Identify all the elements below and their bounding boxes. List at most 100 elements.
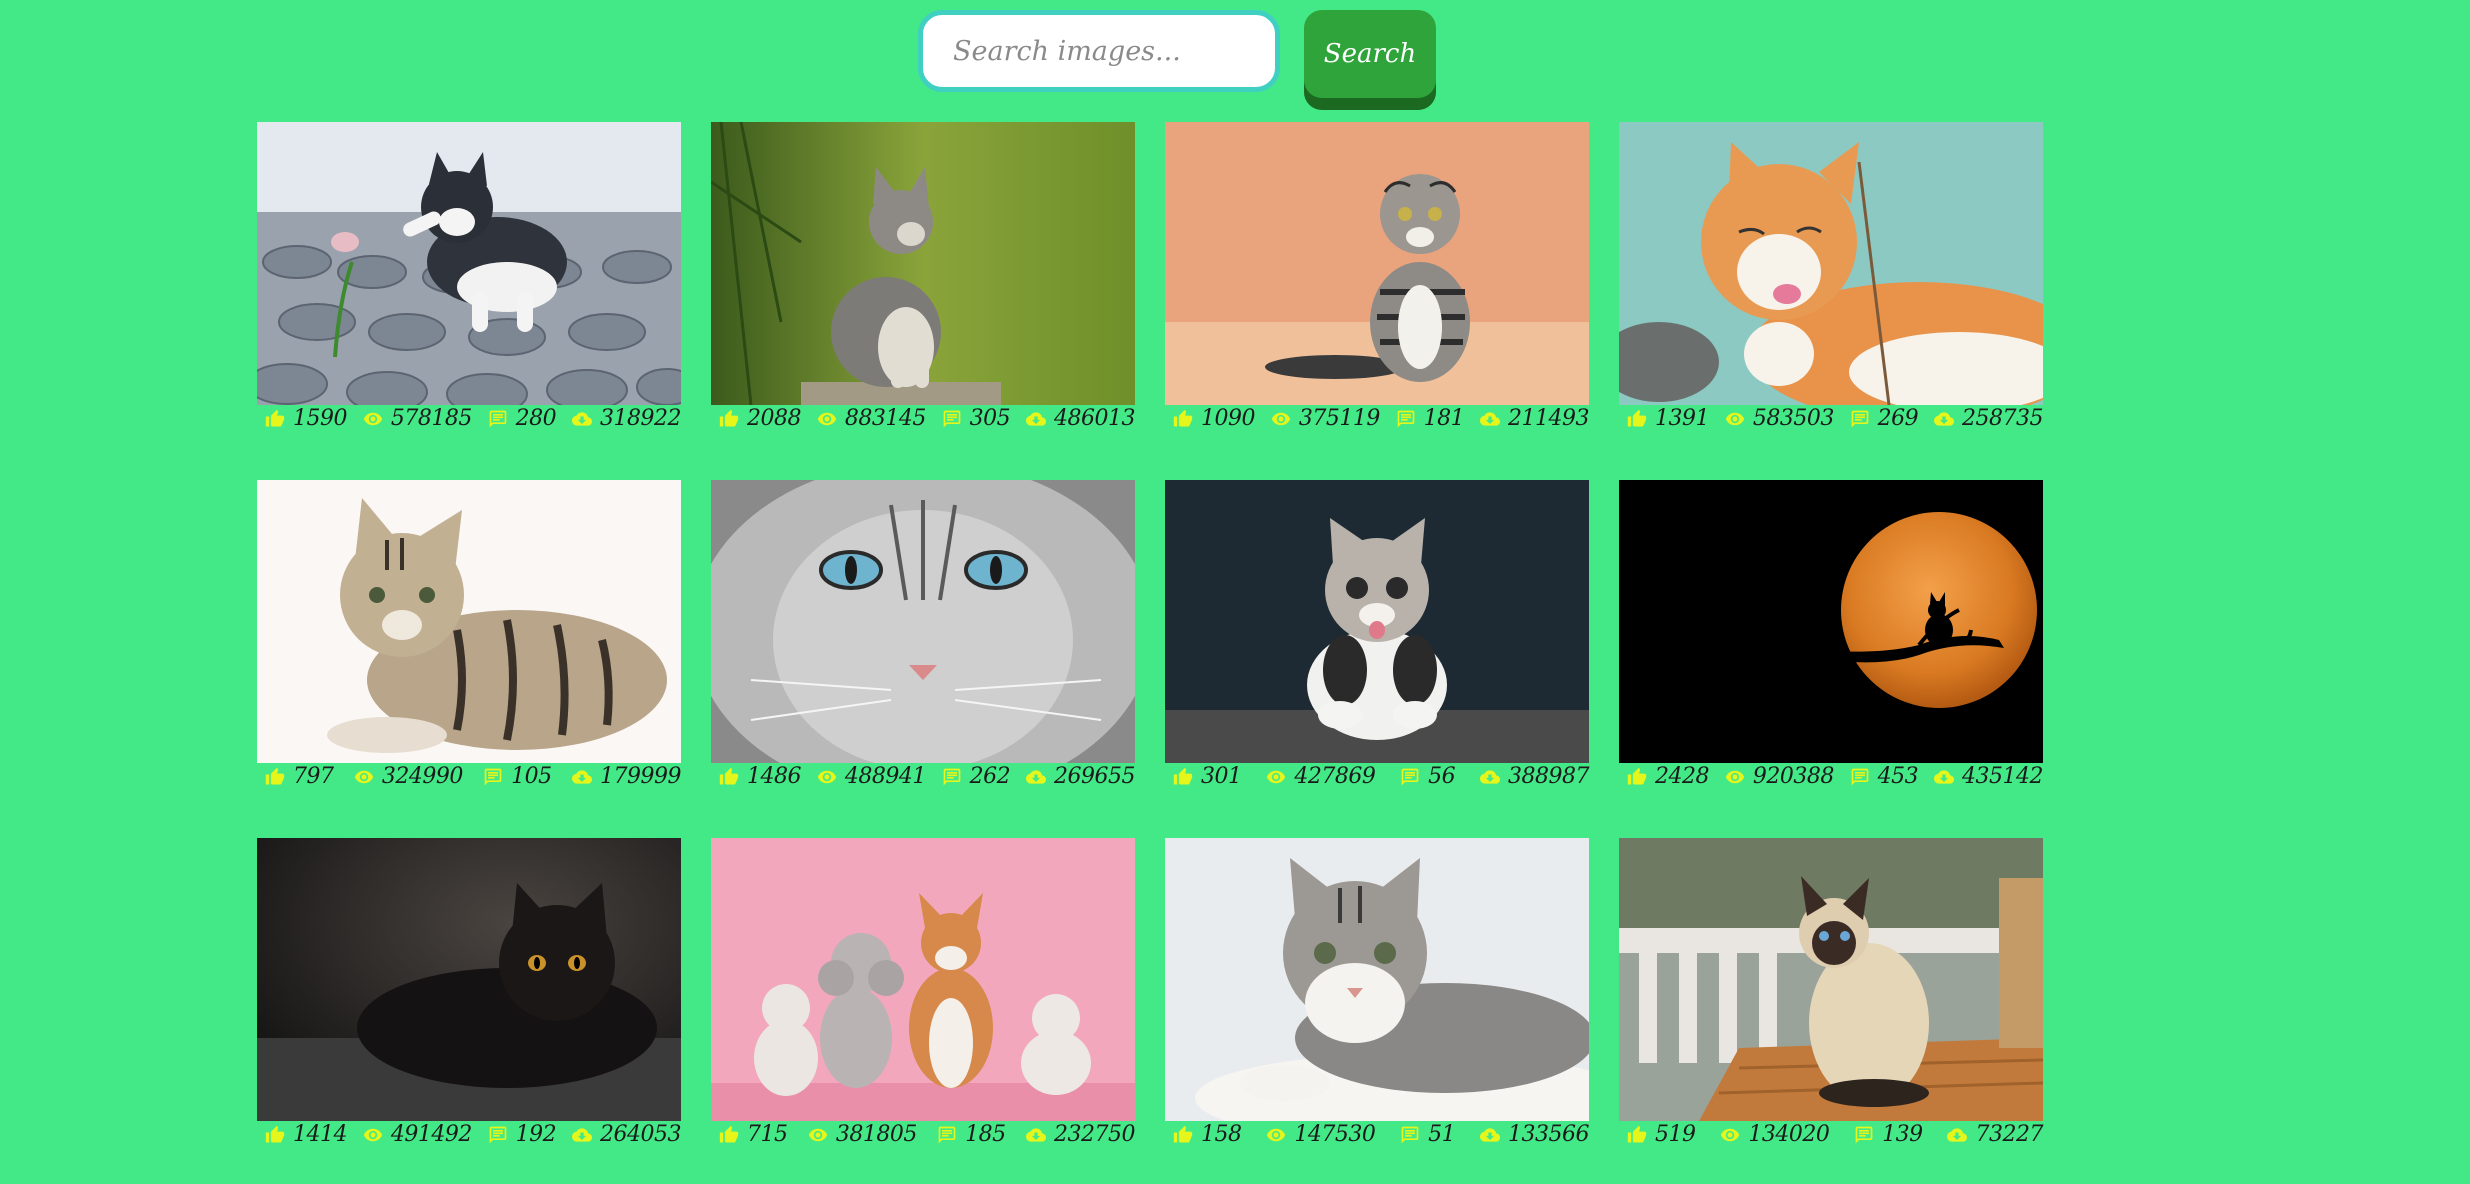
image-stats: 1590 578185 280 318922	[257, 405, 681, 432]
views-stat: 883145	[817, 406, 926, 431]
image-card[interactable]: 2088 883145 305 486013	[711, 122, 1135, 432]
comments-stat: 181	[1396, 406, 1465, 431]
cloud-download-icon	[1026, 767, 1047, 787]
likes-count: 1590	[293, 406, 348, 431]
eye-icon	[1725, 767, 1745, 787]
image-card[interactable]: 1414 491492 192 264053	[257, 838, 681, 1148]
views-stat: 324990	[354, 764, 463, 789]
views-count: 583503	[1752, 406, 1834, 431]
cloud-download-icon	[1934, 767, 1955, 787]
image-card[interactable]: 1590 578185 280 318922	[257, 122, 681, 432]
downloads-count: 232750	[1054, 1122, 1135, 1147]
thumbs-up-icon	[265, 767, 285, 787]
cloud-download-icon	[572, 1125, 593, 1145]
image-card[interactable]: 2428 920388 453 435142	[1619, 480, 2043, 790]
downloads-count: 133566	[1508, 1122, 1589, 1147]
views-count: 147530	[1294, 1122, 1376, 1147]
comments-count: 185	[965, 1122, 1006, 1147]
image-stats: 715 381805 185 232750	[711, 1121, 1135, 1148]
likes-stat: 158	[1173, 1122, 1242, 1147]
likes-count: 158	[1201, 1122, 1242, 1147]
comments-count: 280	[515, 406, 557, 431]
image-stats: 1486 488941 262 269655	[711, 763, 1135, 790]
image-card[interactable]: 1391 583503 269 258735	[1619, 122, 2043, 432]
search-input[interactable]	[918, 10, 1280, 92]
views-count: 920388	[1752, 764, 1834, 789]
comments-stat: 269	[1850, 406, 1919, 431]
likes-count: 1391	[1655, 406, 1710, 431]
thumbs-up-icon	[719, 1125, 739, 1145]
search-button[interactable]: Search	[1304, 10, 1436, 110]
image-stats: 1391 583503 269 258735	[1619, 405, 2043, 432]
downloads-count: 179999	[600, 764, 681, 789]
image-kitten-flower[interactable]	[257, 122, 681, 405]
image-stats: 301 427869 56 388987	[1165, 763, 1589, 790]
image-tabby-white-cat[interactable]	[1165, 838, 1589, 1121]
image-gallery: 1590 578185 280 318922 2088 883145 305 4…	[257, 122, 2043, 1148]
downloads-stat: 486013	[1026, 406, 1135, 431]
views-count: 375119	[1298, 406, 1380, 431]
image-stats: 797 324990 105 179999	[257, 763, 681, 790]
likes-count: 2088	[747, 406, 802, 431]
image-card[interactable]: 301 427869 56 388987	[1165, 480, 1589, 790]
comment-icon	[942, 767, 962, 787]
comment-icon	[1854, 1125, 1874, 1145]
image-cat-moon[interactable]	[1619, 480, 2043, 763]
eye-icon	[1725, 409, 1745, 429]
thumbs-up-icon	[1173, 409, 1193, 429]
eye-icon	[808, 1125, 828, 1145]
cloud-download-icon	[1480, 1125, 1501, 1145]
comments-count: 139	[1882, 1122, 1923, 1147]
views-count: 488941	[844, 764, 926, 789]
thumbs-up-icon	[265, 1125, 285, 1145]
image-grey-cat-face[interactable]	[711, 480, 1135, 763]
thumbs-up-icon	[719, 409, 739, 429]
downloads-stat: 211493	[1480, 406, 1589, 431]
views-stat: 488941	[817, 764, 926, 789]
search-bar: Search	[918, 10, 1436, 110]
image-card[interactable]: 715 381805 185 232750	[711, 838, 1135, 1148]
image-tabby-kitten-lying[interactable]	[257, 480, 681, 763]
downloads-stat: 179999	[572, 764, 681, 789]
image-black-cat[interactable]	[257, 838, 681, 1121]
comments-count: 453	[1877, 764, 1919, 789]
thumbs-up-icon	[1627, 1125, 1647, 1145]
image-card[interactable]: 1090 375119 181 211493	[1165, 122, 1589, 432]
image-card[interactable]: 797 324990 105 179999	[257, 480, 681, 790]
comments-stat: 453	[1850, 764, 1919, 789]
image-card[interactable]: 158 147530 51 133566	[1165, 838, 1589, 1148]
comments-count: 181	[1423, 406, 1465, 431]
image-card[interactable]: 1486 488941 262 269655	[711, 480, 1135, 790]
comment-icon	[1400, 767, 1420, 787]
comments-count: 269	[1877, 406, 1919, 431]
thumbs-up-icon	[1173, 1125, 1193, 1145]
downloads-count: 211493	[1508, 406, 1589, 431]
downloads-count: 269655	[1054, 764, 1135, 789]
image-kitten-grass[interactable]	[711, 122, 1135, 405]
comments-stat: 51	[1400, 1122, 1456, 1147]
comment-icon	[488, 409, 508, 429]
image-orange-cat-licking[interactable]	[1619, 122, 2043, 405]
downloads-stat: 435142	[1934, 764, 2043, 789]
likes-count: 1414	[293, 1122, 348, 1147]
comments-count: 56	[1428, 764, 1456, 789]
views-count: 578185	[390, 406, 472, 431]
image-card[interactable]: 519 134020 139 73227	[1619, 838, 2043, 1148]
comments-stat: 305	[942, 406, 1011, 431]
image-scottish-fold[interactable]	[1165, 122, 1589, 405]
likes-stat: 301	[1173, 764, 1242, 789]
views-stat: 583503	[1725, 406, 1834, 431]
downloads-stat: 73227	[1947, 1122, 2043, 1147]
eye-icon	[363, 409, 383, 429]
downloads-count: 388987	[1508, 764, 1589, 789]
comments-stat: 262	[942, 764, 1011, 789]
views-count: 883145	[844, 406, 926, 431]
image-kitten-tongue[interactable]	[1165, 480, 1589, 763]
comments-count: 192	[515, 1122, 557, 1147]
image-pets-pink[interactable]	[711, 838, 1135, 1121]
comments-stat: 56	[1400, 764, 1456, 789]
views-stat: 147530	[1266, 1122, 1376, 1147]
cloud-download-icon	[1480, 767, 1501, 787]
image-siamese-cat[interactable]	[1619, 838, 2043, 1121]
downloads-stat: 388987	[1480, 764, 1589, 789]
